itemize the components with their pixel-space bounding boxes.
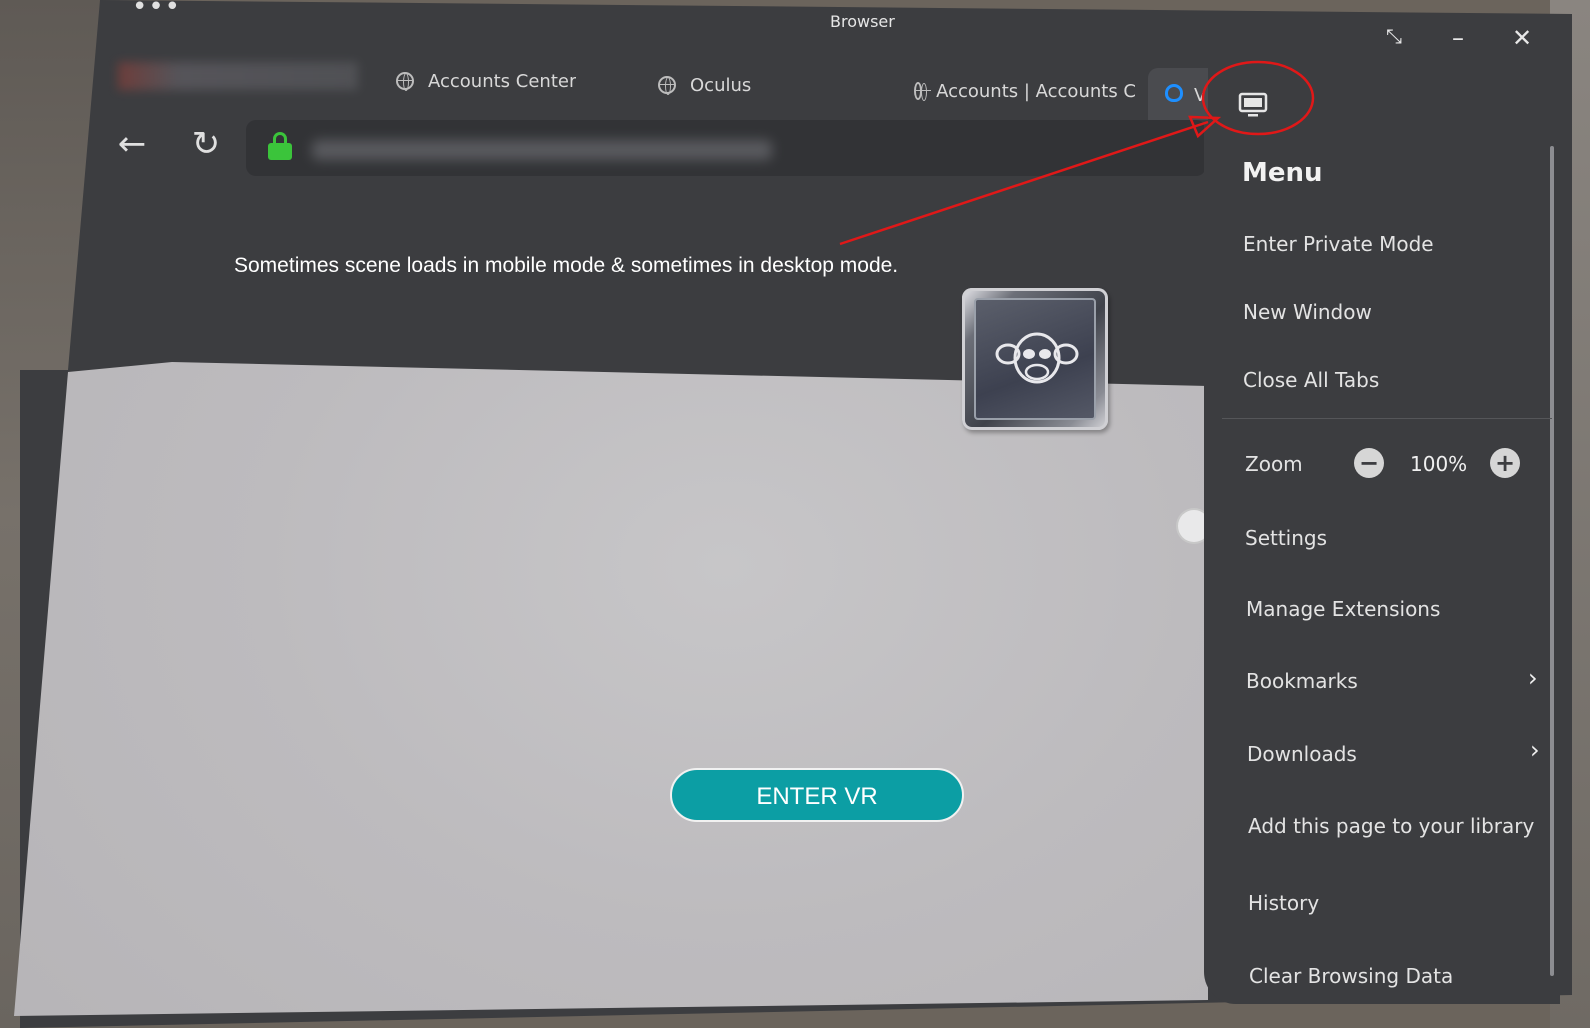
- zoom-label: Zoom: [1245, 452, 1303, 476]
- menu-item-history[interactable]: History: [1248, 891, 1319, 915]
- menu-item-close-all-tabs[interactable]: Close All Tabs: [1243, 368, 1379, 392]
- menu-divider: [1222, 418, 1552, 419]
- window-title: Browser: [830, 12, 895, 31]
- menu-item-add-to-library[interactable]: Add this page to your library: [1248, 814, 1534, 838]
- minimize-button[interactable]: –: [1440, 20, 1476, 56]
- reload-button[interactable]: ↻: [184, 124, 228, 164]
- tab-label: Accounts | Accounts C: [936, 80, 1136, 102]
- lock-icon: [268, 132, 292, 160]
- menu-item-clear-browsing-data[interactable]: Clear Browsing Data: [1249, 964, 1453, 988]
- collapse-icon[interactable]: ⤡: [1376, 18, 1412, 54]
- enter-vr-button[interactable]: ENTER VR: [670, 768, 964, 822]
- menu-item-settings[interactable]: Settings: [1245, 526, 1327, 550]
- chevron-right-icon: ›: [1528, 664, 1538, 692]
- menu-item-bookmarks[interactable]: Bookmarks: [1246, 669, 1358, 693]
- menu-item-private-mode[interactable]: Enter Private Mode: [1243, 232, 1434, 256]
- menu-item-manage-extensions[interactable]: Manage Extensions: [1246, 597, 1440, 621]
- zoom-value: 100%: [1410, 452, 1468, 476]
- zoom-in-button[interactable]: +: [1490, 448, 1520, 478]
- tab-accounts[interactable]: Accounts | Accounts C: [914, 66, 1136, 116]
- globe-icon: [658, 76, 676, 95]
- menu-scrollbar[interactable]: [1550, 146, 1554, 976]
- meta-icon: [1165, 84, 1183, 102]
- globe-icon: [914, 82, 932, 101]
- tab-blurred[interactable]: [118, 62, 358, 90]
- monkey-cube: [962, 288, 1108, 430]
- desktop-mode-icon[interactable]: [1238, 92, 1268, 118]
- globe-icon: [396, 72, 414, 91]
- zoom-out-button[interactable]: −: [1354, 448, 1384, 478]
- window-menu-dots[interactable]: •••: [132, 0, 181, 22]
- monkey-head-icon: [995, 332, 1079, 384]
- close-button[interactable]: ✕: [1504, 20, 1540, 56]
- chevron-right-icon: ›: [1530, 736, 1540, 764]
- tab-accounts-center[interactable]: Accounts Center: [396, 56, 576, 106]
- tab-label: Accounts Center: [428, 70, 577, 92]
- url-text-blurred: [312, 140, 772, 160]
- menu-item-downloads[interactable]: Downloads: [1247, 742, 1357, 766]
- back-button[interactable]: ←: [110, 124, 154, 164]
- menu-item-new-window[interactable]: New Window: [1243, 300, 1372, 324]
- annotation-text: Sometimes scene loads in mobile mode & s…: [234, 254, 899, 277]
- tab-active-label: V: [1194, 84, 1206, 106]
- menu-title: Menu: [1242, 158, 1323, 188]
- tab-label: Oculus: [690, 74, 752, 96]
- tab-oculus[interactable]: Oculus: [658, 60, 751, 110]
